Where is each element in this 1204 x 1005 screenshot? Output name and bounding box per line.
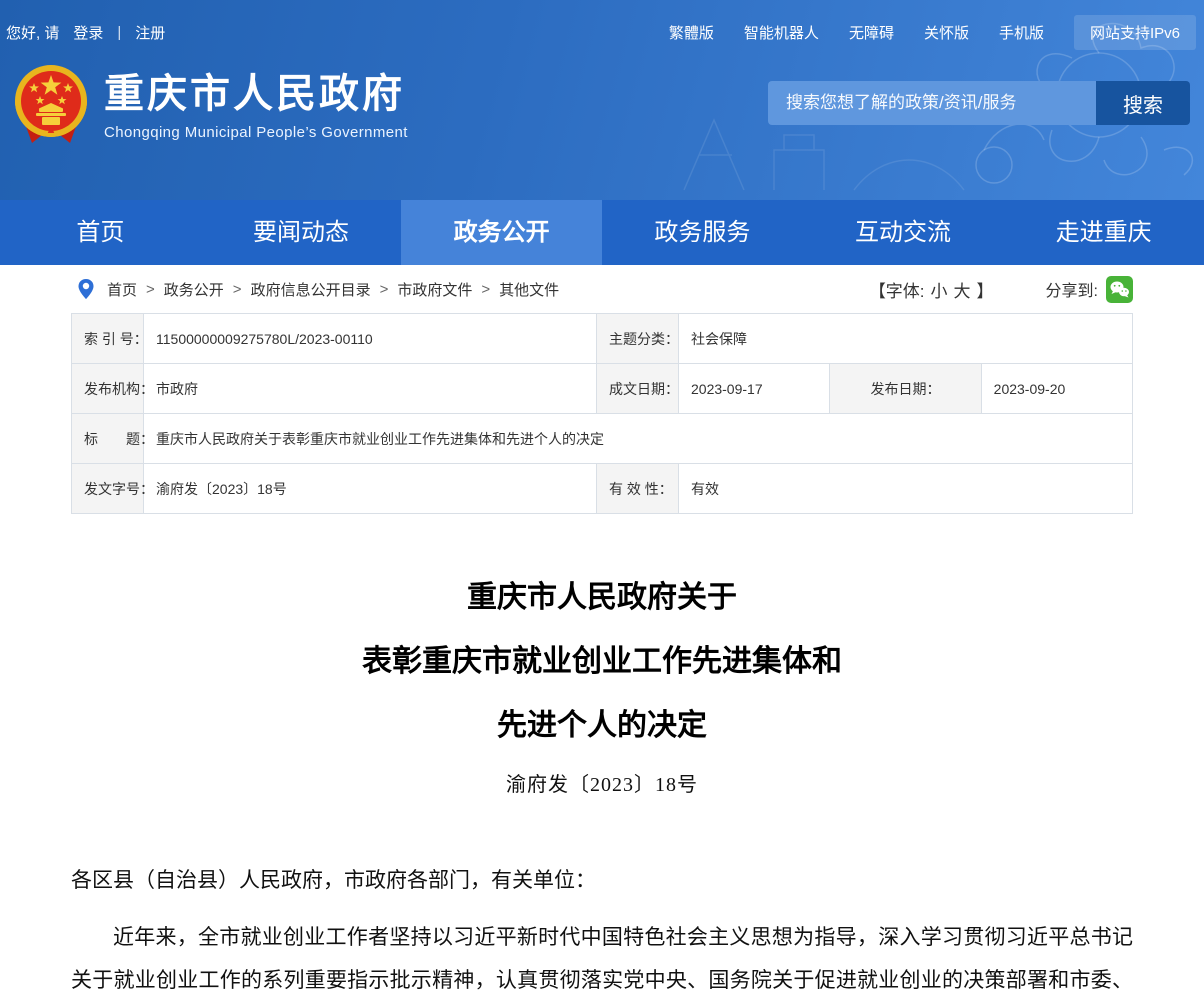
nav-item-news[interactable]: 要闻动态 (201, 200, 402, 265)
search-button[interactable]: 搜索 (1096, 81, 1190, 125)
breadcrumb-other-files[interactable]: 其他文件 (499, 279, 559, 300)
topic-category-label: 主题分类： (597, 314, 679, 364)
breadcrumb: 首页 > 政务公开 > 政府信息公开目录 > 市政府文件 > 其他文件 【字体:… (71, 265, 1133, 313)
topbar-divider: | (117, 24, 121, 41)
publish-date-value: 2023-09-20 (981, 364, 1132, 414)
document-title-line2: 表彰重庆市就业创业工作先进集体和 (71, 630, 1133, 694)
document-content: 重庆市人民政府关于 表彰重庆市就业创业工作先进集体和 先进个人的决定 渝府发〔2… (71, 566, 1133, 1005)
document-title-line3: 先进个人的决定 (71, 694, 1133, 758)
font-size-label-open: 【字体: (869, 277, 925, 302)
doc-number-value: 渝府发〔2023〕18号 (144, 464, 597, 514)
breadcrumb-separator: > (233, 281, 242, 298)
search-box: 搜索 (768, 81, 1190, 125)
title-value: 重庆市人民政府关于表彰重庆市就业创业工作先进集体和先进个人的决定 (144, 414, 1133, 464)
site-title: 重庆市人民政府 (104, 70, 408, 118)
document-title: 重庆市人民政府关于 表彰重庆市就业创业工作先进集体和 先进个人的决定 (71, 566, 1133, 758)
table-row: 索 引 号： 11500000009275780L/2023-00110 主题分… (72, 314, 1133, 364)
nav-item-about-chongqing[interactable]: 走进重庆 (1003, 200, 1204, 265)
table-row: 发文字号： 渝府发〔2023〕18号 有 效 性： 有效 (72, 464, 1133, 514)
validity-value: 有效 (679, 464, 1133, 514)
masthead: 重庆市人民政府 Chongqing Municipal People’s Gov… (0, 55, 1204, 147)
breadcrumb-city-gov-files[interactable]: 市政府文件 (397, 279, 472, 300)
breadcrumb-separator: > (481, 281, 490, 298)
topbar: 您好, 请 登录 | 注册 繁體版 智能机器人 无障碍 关怀版 手机版 网站支持… (0, 0, 1204, 55)
greeting-text: 您好, 请 (6, 22, 59, 43)
issuing-agency-value: 市政府 (144, 364, 597, 414)
traditional-chinese-link[interactable]: 繁體版 (669, 22, 714, 43)
font-smaller-button[interactable]: 小 (931, 277, 948, 302)
nav-item-home[interactable]: 首页 (0, 200, 201, 265)
wechat-share-icon[interactable] (1106, 276, 1133, 303)
accessibility-link[interactable]: 无障碍 (849, 22, 894, 43)
site-subtitle: Chongqing Municipal People’s Government (104, 124, 408, 141)
register-link[interactable]: 注册 (135, 22, 165, 43)
login-link[interactable]: 登录 (73, 22, 103, 43)
mobile-version-link[interactable]: 手机版 (999, 22, 1044, 43)
share-label: 分享到: (1046, 277, 1098, 301)
national-emblem-icon (12, 63, 90, 147)
nav-item-gov-disclosure[interactable]: 政务公开 (401, 200, 602, 265)
doc-number-label: 发文字号： (72, 464, 144, 514)
breadcrumb-separator: > (146, 281, 155, 298)
font-size-control: 【字体: 小 大 】 (869, 277, 994, 302)
validity-label: 有 效 性： (597, 464, 679, 514)
table-row: 发布机构： 市政府 成文日期： 2023-09-17 发布日期： 2023-09… (72, 364, 1133, 414)
breadcrumb-home[interactable]: 首页 (107, 279, 137, 300)
site-logo[interactable]: 重庆市人民政府 Chongqing Municipal People’s Gov… (12, 63, 408, 147)
share-control: 分享到: (1046, 276, 1133, 303)
document-body: 各区县（自治县）人民政府，市政府各部门，有关单位： 近年来，全市就业创业工作者坚… (71, 859, 1133, 1005)
breadcrumb-info-catalog[interactable]: 政府信息公开目录 (251, 279, 371, 300)
document-paragraph: 近年来，全市就业创业工作者坚持以习近平新时代中国特色社会主义思想为指导，深入学习… (71, 916, 1133, 1005)
document-title-line1: 重庆市人民政府关于 (71, 566, 1133, 630)
document-metadata-table: 索 引 号： 11500000009275780L/2023-00110 主题分… (71, 313, 1133, 514)
written-date-value: 2023-09-17 (679, 364, 830, 414)
document-number: 渝府发〔2023〕18号 (71, 768, 1133, 797)
publish-date-label: 发布日期： (830, 364, 981, 414)
index-number-value: 11500000009275780L/2023-00110 (144, 314, 597, 364)
index-number-label: 索 引 号： (72, 314, 144, 364)
document-salutation: 各区县（自治县）人民政府，市政府各部门，有关单位： (71, 859, 1133, 902)
breadcrumb-separator: > (380, 281, 389, 298)
nav-item-gov-services[interactable]: 政务服务 (602, 200, 803, 265)
written-date-label: 成文日期： (597, 364, 679, 414)
font-size-label-close: 】 (977, 277, 994, 302)
issuing-agency-label: 发布机构： (72, 364, 144, 414)
site-header: 您好, 请 登录 | 注册 繁體版 智能机器人 无障碍 关怀版 手机版 网站支持… (0, 0, 1204, 200)
location-pin-icon (77, 278, 95, 300)
breadcrumb-gov-disclosure[interactable]: 政务公开 (164, 279, 224, 300)
font-larger-button[interactable]: 大 (954, 277, 971, 302)
main-nav: 首页 要闻动态 政务公开 政务服务 互动交流 走进重庆 (0, 200, 1204, 265)
table-row: 标 题： 重庆市人民政府关于表彰重庆市就业创业工作先进集体和先进个人的决定 (72, 414, 1133, 464)
nav-item-interaction[interactable]: 互动交流 (803, 200, 1004, 265)
topic-category-value: 社会保障 (679, 314, 1133, 364)
title-label: 标 题： (72, 414, 144, 464)
smart-robot-link[interactable]: 智能机器人 (744, 22, 819, 43)
care-version-link[interactable]: 关怀版 (924, 22, 969, 43)
search-input[interactable] (768, 81, 1096, 125)
ipv6-badge[interactable]: 网站支持IPv6 (1074, 15, 1196, 50)
